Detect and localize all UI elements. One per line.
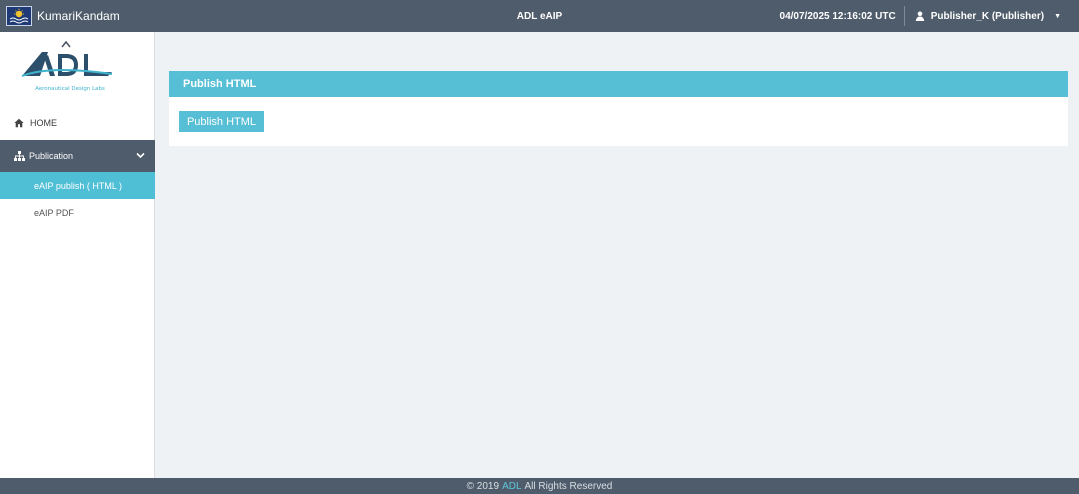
publication-label: Publication: [29, 151, 74, 161]
divider: [903, 6, 905, 26]
user-menu-toggle[interactable]: Publisher_K (Publisher) ▼: [915, 11, 1061, 22]
logo-subtitle: Aeronautical Design Labs: [35, 86, 105, 92]
top-bar: KumariKandam ADL eAIP 04/07/2025 12:16:0…: [0, 0, 1079, 32]
sidebar-item-eaip-publish-html[interactable]: eAIP publish ( HTML ): [0, 172, 155, 199]
user-name: Publisher_K (Publisher): [930, 10, 1045, 22]
adl-logo[interactable]: Aeronautical Design Labs: [20, 37, 120, 99]
sidebar-item-label: eAIP PDF: [34, 207, 74, 218]
sidebar-item-label: eAIP publish ( HTML ): [34, 180, 123, 191]
panel-body: Publish HTML: [169, 97, 1068, 146]
home-icon: [14, 118, 24, 128]
brand-name: KumariKandam: [37, 9, 120, 23]
sidebar-item-publication[interactable]: Publication: [0, 140, 155, 172]
chevron-down-icon: [136, 152, 145, 159]
caret-down-icon: ▼: [1054, 12, 1061, 20]
home-label: HOME: [30, 118, 57, 128]
state-flag-icon: [6, 6, 32, 26]
top-right-area: 04/07/2025 12:16:02 UTC Publisher_K (Pub…: [780, 0, 1079, 32]
sidebar-item-eaip-pdf[interactable]: eAIP PDF: [0, 199, 155, 226]
footer-rights: All Rights Reserved: [524, 480, 613, 492]
brand[interactable]: KumariKandam: [0, 6, 300, 26]
footer-copyright: © 2019: [466, 480, 500, 492]
adl-logo-icon: Aeronautical Design Labs: [21, 40, 113, 92]
utc-clock: 04/07/2025 12:16:02 UTC: [779, 10, 896, 22]
sidebar-item-home[interactable]: HOME: [0, 112, 155, 134]
publish-html-button[interactable]: Publish HTML: [179, 111, 264, 132]
user-icon: [915, 11, 924, 21]
sitemap-icon: [14, 151, 25, 161]
app-root: KumariKandam ADL eAIP 04/07/2025 12:16:0…: [0, 0, 1079, 494]
footer-adl-link[interactable]: ADL: [502, 481, 521, 492]
footer: © 2019 ADL All Rights Reserved: [0, 478, 1079, 494]
panel-header: Publish HTML: [169, 71, 1068, 97]
panel-title: Publish HTML: [183, 78, 257, 90]
sidebar: Aeronautical Design Labs HOME Publicatio…: [0, 32, 155, 478]
